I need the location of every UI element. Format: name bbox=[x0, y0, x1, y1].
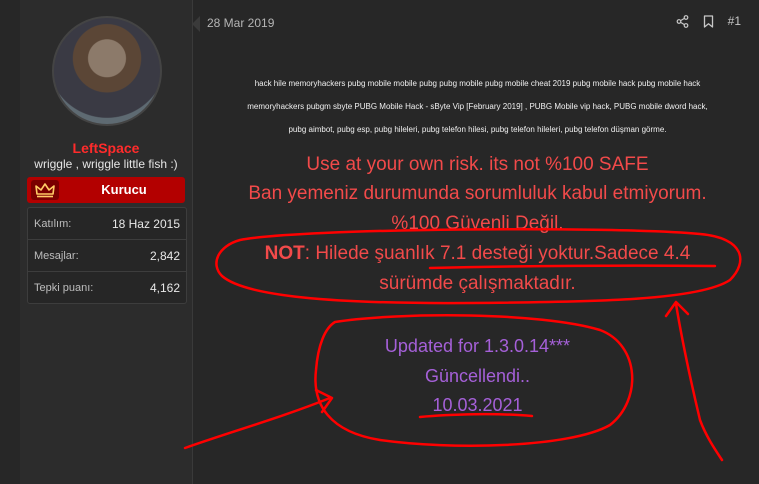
user-stats: Katılım: 18 Haz 2015 Mesajlar: 2,842 Tep… bbox=[27, 207, 187, 304]
avatar[interactable] bbox=[52, 16, 162, 126]
arrow-right-head-scribble bbox=[664, 300, 690, 318]
author-sidebar: LeftSpace wriggle , wriggle little fish … bbox=[20, 0, 193, 484]
note-text: : Hilede şuanlık 7.1 desteği yoktur.Sade… bbox=[304, 243, 691, 264]
user-title: wriggle , wriggle little fish :) bbox=[34, 157, 178, 171]
post-number[interactable]: #1 bbox=[728, 14, 741, 28]
stat-value: 18 Haz 2015 bbox=[111, 216, 180, 231]
keywords-line: pubg aimbot, pubg esp, pubg hileleri, pu… bbox=[288, 125, 667, 134]
note-underline-scribble bbox=[428, 264, 717, 270]
post-arrow bbox=[192, 16, 200, 32]
note-line: NOT: Hilede şuanlık 7.1 desteği yoktur.S… bbox=[205, 243, 750, 265]
keywords-line: memoryhackers pubgm sbyte PUBG Mobile Ha… bbox=[247, 102, 708, 111]
stat-row-messages: Mesajlar: 2,842 bbox=[28, 240, 186, 272]
stat-value: 2,842 bbox=[149, 248, 180, 263]
update-line: Güncellendi.. bbox=[424, 366, 531, 386]
crown-icon bbox=[31, 180, 59, 200]
stat-value: 4,162 bbox=[149, 280, 180, 295]
note-line-2: sürümde çalışmaktadır. bbox=[379, 273, 576, 294]
stat-label: Tepki puanı: bbox=[34, 281, 94, 294]
warning-line: Use at your own risk. its not %100 SAFE bbox=[306, 154, 649, 175]
update-date: 10.03.2021 bbox=[432, 395, 523, 415]
user-banner: Kurucu bbox=[27, 177, 185, 203]
stat-row-reaction-score: Tepki puanı: 4,162 bbox=[28, 272, 186, 303]
banner-label: Kurucu bbox=[101, 182, 147, 197]
keywords-text: hack hile memoryhackers pubg mobile mobi… bbox=[210, 72, 745, 141]
post-date[interactable]: 28 Mar 2019 bbox=[207, 16, 274, 30]
username[interactable]: LeftSpace bbox=[20, 140, 192, 156]
warning-line: Ban yemeniz durumunda sorumluluk kabul e… bbox=[248, 183, 707, 204]
stat-row-joined: Katılım: 18 Haz 2015 bbox=[28, 208, 186, 240]
stat-label: Mesajlar: bbox=[34, 249, 79, 262]
warning-line: %100 Güvenli Değil. bbox=[391, 213, 564, 234]
bookmark-icon[interactable] bbox=[703, 14, 714, 28]
update-line: Updated for 1.3.0.14*** bbox=[384, 336, 571, 356]
post-tools: #1 bbox=[676, 14, 741, 28]
note-label: NOT bbox=[264, 243, 305, 264]
stat-label: Katılım: bbox=[34, 217, 72, 230]
keywords-line: hack hile memoryhackers pubg mobile mobi… bbox=[254, 79, 701, 88]
share-icon[interactable] bbox=[676, 14, 689, 28]
